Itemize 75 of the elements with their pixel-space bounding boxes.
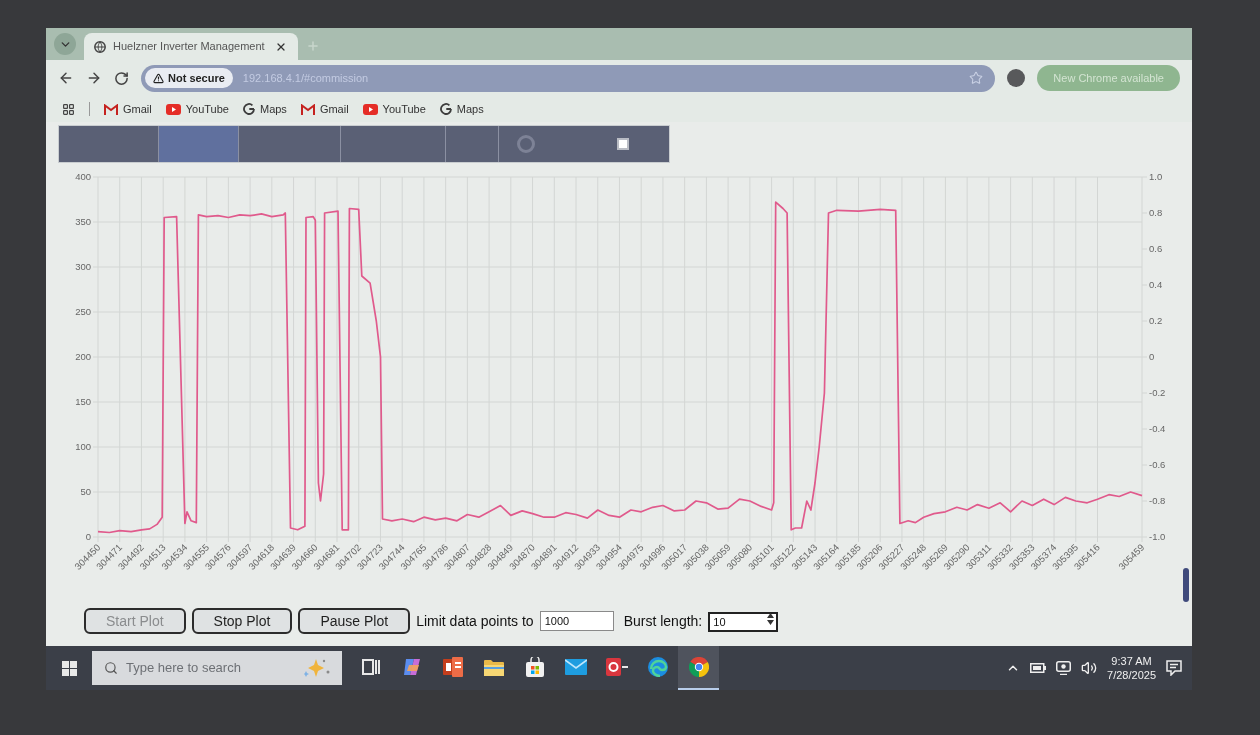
tab-search-button[interactable] — [54, 33, 76, 55]
y-axis-label: 0 — [85, 531, 91, 542]
play-button-icon — [165, 103, 181, 115]
y-axis-label: 150 — [75, 396, 91, 407]
y-axis-label: 1.0 — [1149, 171, 1163, 182]
apps-grid-icon[interactable] — [62, 102, 75, 116]
date-text: 7/28/2025 — [1107, 668, 1156, 682]
search-box[interactable]: Type here to search — [92, 651, 342, 685]
bookmark-link[interactable]: Maps — [439, 100, 484, 118]
y-axis-label: 0.6 — [1149, 243, 1163, 254]
play-button-icon — [362, 103, 378, 115]
wheel-logo-icon — [688, 657, 709, 677]
y-axis-label: 50 — [80, 486, 91, 497]
task-view-icon — [361, 659, 380, 675]
time-text: 9:37 AM — [1111, 654, 1152, 668]
field-label: Limit data points to — [416, 611, 534, 631]
y-axis-label: 200 — [75, 351, 91, 362]
y-axis-label: 350 — [75, 216, 91, 227]
search-input[interactable]: Type here to search — [126, 658, 276, 678]
y-axis-label: -0.6 — [1149, 459, 1166, 470]
ring-icon — [517, 135, 535, 153]
reload-icon[interactable] — [114, 70, 129, 86]
sparkle-icon — [304, 659, 330, 677]
forward-icon[interactable] — [86, 70, 102, 86]
field-label: Burst length: — [623, 611, 703, 631]
bookmark-link[interactable]: Gmail — [300, 100, 349, 118]
y-axis-label: -1.0 — [1149, 531, 1166, 542]
shopping-bag-icon — [524, 657, 545, 677]
warning-icon — [153, 72, 164, 84]
bookmark-link[interactable]: Maps — [242, 100, 287, 118]
avatar-icon[interactable] — [1007, 69, 1026, 87]
y-axis-label: -0.8 — [1149, 495, 1166, 506]
search-icon — [104, 661, 118, 675]
m-logo-icon — [104, 103, 118, 115]
scrollbar-thumb[interactable] — [1183, 568, 1189, 602]
bookmark-link[interactable]: YouTube — [362, 100, 426, 118]
wave-circle-icon — [647, 657, 668, 677]
g-logo-icon — [439, 103, 452, 115]
bookmark-link[interactable]: YouTube — [165, 100, 229, 118]
plot-button[interactable]: Stop Plot — [191, 608, 293, 634]
battery-icon[interactable] — [1030, 663, 1047, 673]
folder-icon — [483, 658, 504, 676]
four-panes-icon — [61, 660, 77, 676]
security-chip[interactable]: Not secure — [145, 68, 233, 88]
camera-icon[interactable] — [1056, 661, 1072, 675]
y-axis-label: -0.2 — [1149, 387, 1166, 398]
y-axis-label: 0.2 — [1149, 315, 1163, 326]
globe-icon — [94, 40, 106, 53]
swirl-icon — [401, 657, 422, 677]
bookmark-link[interactable]: Gmail — [104, 100, 152, 118]
taskbar-app-button[interactable] — [678, 646, 719, 690]
y-axis-label: 300 — [75, 261, 91, 272]
ring-tile-icon — [605, 658, 628, 676]
y-axis-label: -0.4 — [1149, 423, 1166, 434]
y-axis-label: 0.4 — [1149, 279, 1163, 290]
plot-button[interactable]: Pause Plot — [298, 608, 411, 634]
y-axis-label: 250 — [75, 306, 91, 317]
spinner-arrows-icon[interactable] — [767, 613, 775, 625]
slides-app-icon — [442, 657, 463, 677]
browser-tab[interactable]: Huelzner Inverter Management — [84, 33, 298, 60]
m-logo-icon — [300, 103, 315, 115]
y-axis-label: 0.8 — [1149, 207, 1163, 218]
y-axis-label: 400 — [75, 171, 91, 182]
checkbox[interactable] — [617, 138, 629, 150]
limit-input[interactable]: 1000 — [539, 611, 614, 631]
y-axis-label: 100 — [75, 441, 91, 452]
speaker-icon[interactable] — [1081, 660, 1098, 676]
bookmark-star-icon[interactable] — [969, 71, 984, 85]
burst-length-input[interactable]: 10 — [708, 612, 779, 632]
envelope-icon — [564, 659, 587, 675]
back-icon[interactable] — [58, 70, 74, 86]
g-logo-icon — [242, 103, 255, 115]
y-axis-label: 0 — [1149, 351, 1155, 362]
notification-icon[interactable] — [1166, 660, 1182, 676]
clock[interactable]: 9:37 AM 7/28/2025 — [1107, 654, 1156, 682]
